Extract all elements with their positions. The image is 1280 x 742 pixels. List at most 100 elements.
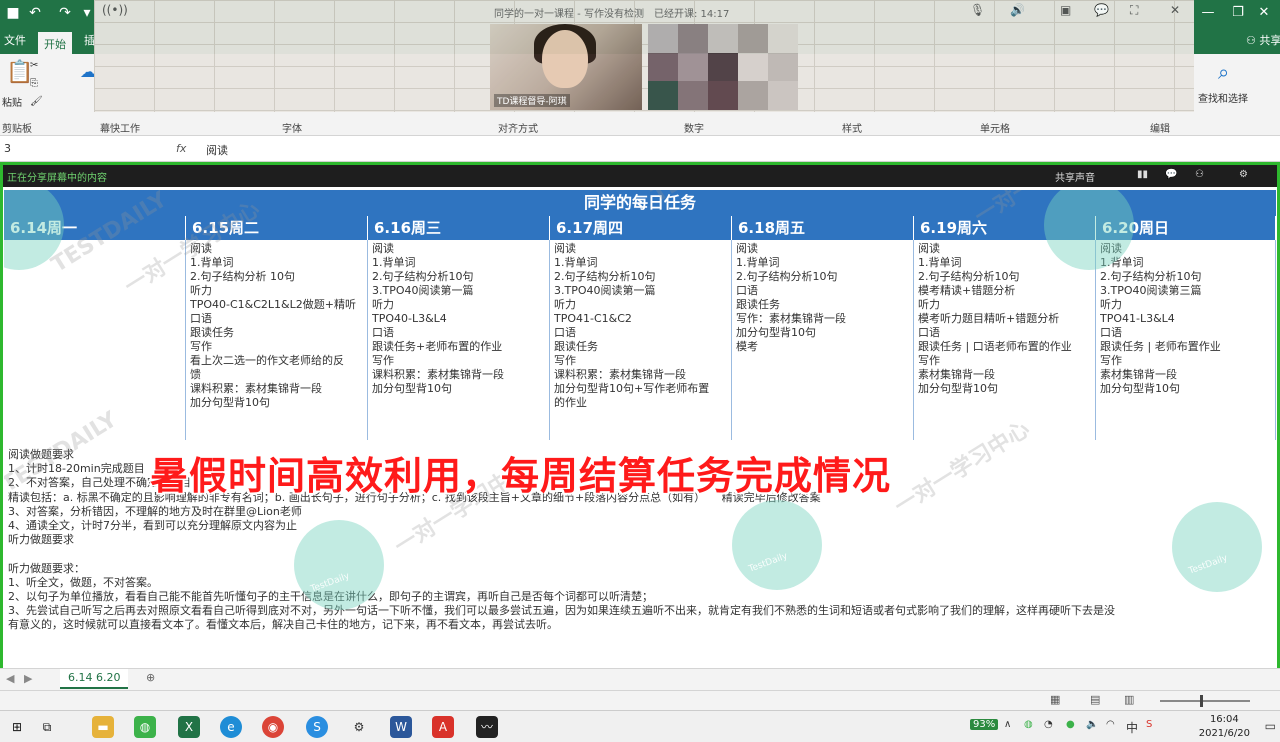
teacher-video: TD课程督导-阿琪 (490, 24, 642, 110)
camera-icon[interactable]: ▣ (1060, 3, 1071, 17)
undo-icon[interactable]: ↶ (26, 4, 44, 22)
start-icon[interactable]: ⊞ (6, 716, 28, 738)
close-icon[interactable]: ✕ (1252, 3, 1276, 23)
file-explorer-icon[interactable]: ▬ (92, 716, 114, 738)
pdf-icon[interactable]: A (432, 716, 454, 738)
view-normal-icon[interactable]: ▦ (1050, 693, 1060, 706)
day-column[interactable]: 阅读 1.背单词 2.句子结构分析 10句 听力 TPO40-C1&C2L1&L2做题+… (186, 240, 368, 440)
save-icon[interactable]: ■ (4, 4, 22, 22)
minimize-icon[interactable]: — (1196, 3, 1220, 23)
find-select-button[interactable]: 查找和选择 (1198, 90, 1248, 105)
share-settings-icon[interactable]: ⚙ (1239, 169, 1248, 180)
tray-app-icon[interactable]: S (1146, 719, 1152, 730)
tray-wifi-icon[interactable]: ◠ (1106, 719, 1115, 730)
tray-network-icon[interactable]: ◔ (1044, 719, 1053, 730)
group-clipboard: 剪贴板 (2, 124, 32, 135)
requirement-line: 听力做题要求： (8, 561, 85, 575)
browser-icon[interactable]: S (306, 716, 328, 738)
task-line: 跟读任务 | 老师布置作业 (1100, 340, 1221, 353)
student-video-blurred (648, 24, 798, 110)
scroll-right-icon[interactable]: ▶ (24, 672, 32, 685)
clock-time: 16:04 (1209, 714, 1239, 725)
task-line: 课料积累：素材集锦背一段 (554, 368, 686, 381)
task-line: 2.句子结构分析10句 (918, 270, 1020, 283)
requirement-line: 有意义的，这时候就可以直接看文本了。看懂文本后，解决自己卡住的地方，记下来，再不… (8, 618, 558, 632)
task-line: 加分句型背10句+写作老师布置 (554, 382, 710, 395)
battery-indicator[interactable]: 93% (970, 719, 999, 730)
sheet-tab[interactable]: 6.14 6.20 (60, 669, 129, 689)
tray-wechat-icon[interactable]: ◍ (1024, 719, 1033, 730)
restore-icon[interactable]: ❐ (1226, 3, 1250, 23)
task-line: TPO40-L3&L4 (372, 312, 447, 325)
share-chat-icon[interactable]: 💬 (1165, 169, 1177, 180)
clock[interactable]: 16:04 2021/6/20 (1199, 713, 1250, 741)
share-stop-icon[interactable]: ▮▮ (1137, 169, 1148, 180)
word-icon[interactable]: W (390, 716, 412, 738)
find-icon[interactable]: ⌕ (1218, 60, 1229, 84)
share-sound-toggle[interactable]: 共享声音 (1055, 169, 1095, 184)
chrome-icon[interactable]: ◉ (262, 716, 284, 738)
add-sheet-icon[interactable]: ⊕ (146, 671, 155, 684)
task-line: 素材集锦背一段 (918, 368, 995, 381)
task-line: 写作 (918, 354, 940, 367)
task-line: 3.TPO40阅读第三篇 (1100, 284, 1202, 297)
view-break-icon[interactable]: ▥ (1124, 693, 1134, 706)
task-line: 跟读任务 (554, 340, 598, 353)
meeting-app-icon[interactable]: 〰 (476, 716, 498, 738)
speaker-icon[interactable]: 🔊 (1010, 3, 1025, 17)
chat-icon[interactable]: 💬 (1094, 3, 1109, 17)
settings-icon[interactable]: ⚙ (348, 716, 370, 738)
view-layout-icon[interactable]: ▤ (1090, 693, 1100, 706)
task-line: TPO40-C1&C2L1&L2做题+精听 (190, 298, 356, 311)
task-sheet: 同学的每日任务 6.14周一 6.15周二 6.16周三 6.17周四 6.18… (4, 190, 1276, 690)
task-line: 3.TPO40阅读第一篇 (554, 284, 656, 297)
mic-icon[interactable]: 🎙 (970, 3, 985, 17)
task-line: 口语 (190, 312, 212, 325)
share-button[interactable]: ⚇ 共享 (1246, 32, 1280, 48)
wechat-icon[interactable]: ◍ (134, 716, 156, 738)
close-meeting-icon[interactable]: ✕ (1170, 3, 1180, 17)
clock-date: 2021/6/20 (1198, 728, 1250, 739)
tab-file[interactable]: 文件 (4, 32, 26, 48)
formula-input[interactable]: 阅读 (206, 142, 228, 158)
redo-icon[interactable]: ↷ (56, 4, 74, 22)
name-box[interactable]: 3 (0, 139, 60, 159)
day-column[interactable]: 阅读 1.背单词 2.句子结构分析10句 3.TPO40阅读第三篇 听力 TPO41-L3… (1096, 240, 1276, 440)
cut-icon[interactable]: ✂ (30, 60, 38, 71)
ime-indicator[interactable]: 中 (1126, 719, 1138, 736)
scroll-left-icon[interactable]: ◀ (6, 672, 14, 685)
task-line: 看上次二选一的作文老师给的反 (190, 354, 344, 367)
group-cells: 单元格 (980, 124, 1010, 135)
task-line: 口语 (372, 326, 394, 339)
status-bar: ▦ ▤ ▥ (0, 690, 1280, 710)
task-line: 模考听力题目精听+错题分析 (918, 312, 1060, 325)
day-column[interactable]: 阅读 1.背单词 2.句子结构分析10句 3.TPO40阅读第一篇 听力 TPO41-C1… (550, 240, 732, 440)
paste-button[interactable]: 粘贴 (2, 94, 22, 109)
tray-arrow-icon[interactable]: ∧ (1004, 719, 1011, 730)
tray-volume-icon[interactable]: 🔈 (1086, 719, 1098, 730)
notification-icon[interactable]: ▭ (1265, 719, 1276, 733)
requirement-line: 4、通读全文，计时7分半，看到可以充分理解原文内容为止 (8, 519, 297, 532)
fx-icon[interactable]: fx (176, 142, 186, 155)
copy-icon[interactable]: ⎘ (30, 78, 38, 89)
task-line: 1.背单词 (190, 256, 234, 269)
task-line: 听力 (1100, 298, 1122, 311)
day-column[interactable]: 阅读 1.背单词 2.句子结构分析10句 3.TPO40阅读第一篇 听力 TPO40-L3… (368, 240, 550, 440)
requirement-line: 1、听全文，做题，不对答案。 (8, 575, 158, 589)
tray-chat-icon[interactable]: ● (1066, 719, 1075, 730)
fullscreen-icon[interactable]: ⛶ (1130, 3, 1138, 18)
day-column[interactable]: 阅读 1.背单词 2.句子结构分析10句 口语 跟读任务 写作：素材集锦背一段 加分句型背1… (732, 240, 914, 440)
task-line: 口语 (918, 326, 940, 339)
task-line: 模考 (736, 340, 758, 353)
share-users-icon[interactable]: ⚇ (1195, 169, 1204, 180)
tab-home[interactable]: 开始 (38, 32, 72, 54)
day-column[interactable]: 阅读 1.背单词 2.句子结构分析10句 模考精读+错题分析 听力 模考听力题目精听+错题… (914, 240, 1096, 440)
excel-icon[interactable]: X (178, 716, 200, 738)
group-styles: 样式 (842, 124, 862, 135)
zoom-slider-handle[interactable] (1200, 695, 1203, 707)
task-view-icon[interactable]: ⧉ (36, 716, 58, 738)
task-line: 阅读 (554, 242, 576, 255)
zoom-slider[interactable] (1160, 700, 1250, 702)
edge-icon[interactable]: e (220, 716, 242, 738)
format-painter-icon[interactable]: 🖌 (30, 96, 43, 107)
